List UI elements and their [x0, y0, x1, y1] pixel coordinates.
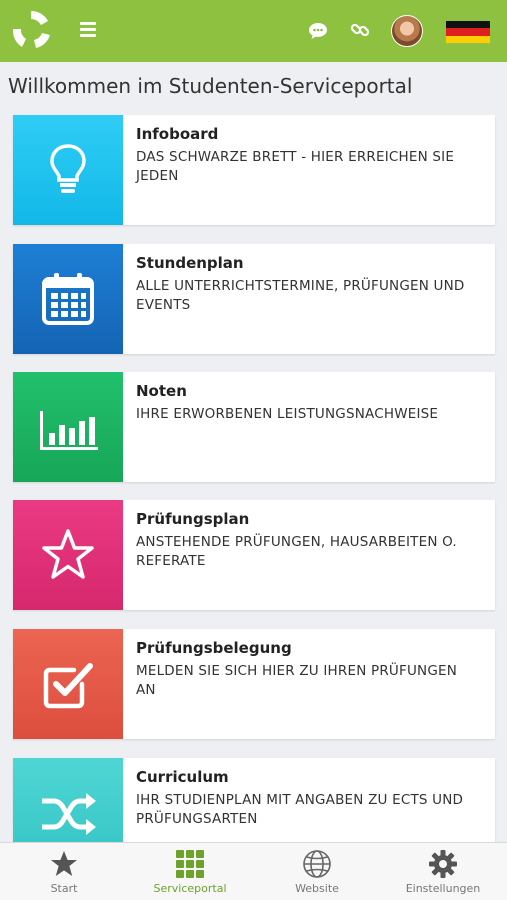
- tab-label: Website: [295, 882, 339, 895]
- card-pruefungsbelegung[interactable]: Prüfungsbelegung MELDEN SIE SICH HIER ZU…: [13, 629, 495, 739]
- language-flag-germany[interactable]: [446, 21, 490, 43]
- hamburger-menu-icon[interactable]: [80, 22, 96, 38]
- tab-label: Einstellungen: [405, 882, 481, 895]
- star-icon: [51, 851, 77, 876]
- welcome-heading: Willkommen im Studenten-Serviceportal: [8, 74, 413, 98]
- tab-label: Serviceportal: [153, 882, 227, 895]
- tab-einstellungen[interactable]: Einstellungen: [393, 843, 493, 900]
- card-description: ANSTEHENDE PRÜFUNGEN, HAUSARBEITEN O. RE…: [136, 534, 457, 569]
- tab-label: Start: [50, 882, 78, 895]
- grid-icon: [176, 850, 204, 878]
- card-title: Noten: [136, 382, 187, 400]
- card-description: MELDEN SIE SICH HIER ZU IHREN PRÜFUNGEN …: [136, 663, 458, 698]
- app-logo-icon[interactable]: [8, 7, 54, 53]
- chat-bubble-icon[interactable]: [308, 22, 328, 40]
- card-description: IHR STUDIENPLAN MIT ANGABEN ZU ECTS UND …: [136, 792, 464, 827]
- card-description: ALLE UNTERRICHTSTERMINE, PRÜFUNGEN UND E…: [136, 278, 465, 313]
- bar-chart-icon: [40, 411, 98, 450]
- card-title: Stundenplan: [136, 254, 244, 272]
- checkbox-icon: [43, 663, 93, 709]
- card-description: IHRE ERWORBENEN LEISTUNGSNACHWEISE: [136, 406, 439, 422]
- calendar-icon: [42, 273, 94, 325]
- star-icon: [42, 529, 94, 579]
- card-pruefungsbelegung-tile: [13, 629, 123, 739]
- globe-icon: [303, 850, 331, 878]
- gear-icon: [429, 850, 457, 878]
- card-title: Infoboard: [136, 125, 219, 143]
- card-stundenplan-tile: [13, 244, 123, 354]
- link-icon[interactable]: [350, 20, 370, 40]
- card-noten[interactable]: Noten IHRE ERWORBENEN LEISTUNGSNACHWEISE: [13, 372, 495, 482]
- tab-serviceportal[interactable]: Serviceportal: [140, 843, 240, 900]
- bottom-tab-bar: Start Serviceportal Website Einstellunge…: [0, 842, 507, 900]
- card-title: Curriculum: [136, 768, 229, 786]
- card-description: DAS SCHWARZE BRETT - HIER ERREICHEN SIE …: [136, 149, 455, 184]
- card-infoboard-tile: [13, 115, 123, 225]
- tab-start[interactable]: Start: [14, 843, 114, 900]
- lightbulb-icon: [50, 144, 86, 193]
- card-title: Prüfungsplan: [136, 510, 250, 528]
- tab-website[interactable]: Website: [267, 843, 367, 900]
- user-avatar[interactable]: [391, 15, 423, 47]
- card-infoboard[interactable]: Infoboard DAS SCHWARZE BRETT - HIER ERRE…: [13, 115, 495, 225]
- shuffle-icon: [42, 793, 96, 835]
- card-noten-tile: [13, 372, 123, 482]
- top-app-bar: [0, 0, 507, 62]
- card-title: Prüfungsbelegung: [136, 639, 292, 657]
- card-pruefungsplan[interactable]: Prüfungsplan ANSTEHENDE PRÜFUNGEN, HAUSA…: [13, 500, 495, 610]
- card-stundenplan[interactable]: Stundenplan ALLE UNTERRICHTSTERMINE, PRÜ…: [13, 244, 495, 354]
- card-pruefungsplan-tile: [13, 500, 123, 610]
